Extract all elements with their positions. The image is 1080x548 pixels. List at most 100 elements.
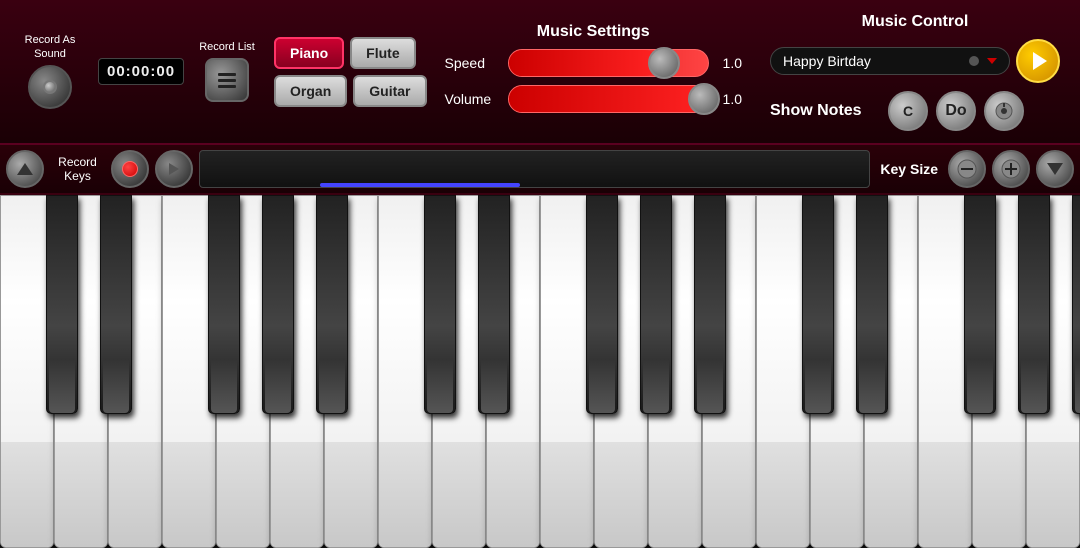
black-key-bottom-detail	[967, 359, 993, 413]
black-key-bottom-detail	[1075, 359, 1080, 413]
scroll-down-button[interactable]	[1036, 150, 1074, 188]
black-key[interactable]	[208, 195, 240, 414]
note-do-label: Do	[945, 102, 966, 120]
black-key-bottom-detail	[859, 359, 885, 413]
white-key-bottom-detail	[649, 442, 701, 547]
instrument-organ-button[interactable]: Organ	[274, 75, 347, 107]
black-key-bottom-detail	[481, 359, 507, 413]
down-arrow-icon	[1047, 163, 1063, 175]
settings-knob-icon	[994, 101, 1014, 121]
black-key[interactable]	[964, 195, 996, 414]
black-key-bottom-detail	[265, 359, 291, 413]
play-icon	[1033, 52, 1047, 70]
instrument-row: Piano Flute	[274, 37, 426, 69]
song-row: Happy Birtday	[770, 39, 1060, 83]
minus-icon	[957, 159, 977, 179]
instrument-row-2: Organ Guitar	[274, 75, 426, 107]
music-control-title: Music Control	[770, 13, 1060, 31]
top-bar: Record As Sound 00:00:00 Record List Pia…	[0, 0, 1080, 145]
white-key-bottom-detail	[919, 442, 971, 547]
black-key-bottom-detail	[427, 359, 453, 413]
note-c-button[interactable]: C	[888, 91, 928, 131]
black-key-bottom-detail	[697, 359, 723, 413]
piano-keyboard	[0, 195, 1080, 548]
key-size-label: Key Size	[880, 161, 938, 177]
volume-label: Volume	[445, 91, 500, 107]
instrument-piano-button[interactable]: Piano	[274, 37, 344, 69]
play-button[interactable]	[1016, 39, 1060, 83]
black-key[interactable]	[856, 195, 888, 414]
record-list-button[interactable]	[205, 58, 249, 102]
black-key[interactable]	[478, 195, 510, 414]
black-key[interactable]	[262, 195, 294, 414]
volume-slider-track[interactable]	[508, 85, 709, 113]
music-control-section: Music Control Happy Birtday Show Notes C…	[760, 13, 1070, 131]
black-key-bottom-detail	[319, 359, 345, 413]
record-as-sound-icon	[43, 80, 57, 94]
controls-bar: Record Keys Key Size	[0, 145, 1080, 195]
record-list-section: Record List	[192, 41, 262, 102]
plus-icon	[1001, 159, 1021, 179]
volume-slider-row: Volume 1.0	[445, 85, 742, 113]
black-key-bottom-detail	[805, 359, 831, 413]
white-key-bottom-detail	[973, 442, 1025, 547]
black-key[interactable]	[586, 195, 618, 414]
white-key-bottom-detail	[487, 442, 539, 547]
black-key-bottom-detail	[211, 359, 237, 413]
black-key[interactable]	[694, 195, 726, 414]
key-size-decrease-button[interactable]	[948, 150, 986, 188]
note-do-button[interactable]: Do	[936, 91, 976, 131]
song-select-dot	[969, 56, 979, 66]
record-button[interactable]	[111, 150, 149, 188]
white-key-bottom-detail	[703, 442, 755, 547]
speed-slider-knob[interactable]	[648, 47, 680, 79]
speed-slider-row: Speed 1.0	[445, 49, 742, 77]
black-key-bottom-detail	[103, 359, 129, 413]
black-key[interactable]	[316, 195, 348, 414]
black-key-bottom-detail	[589, 359, 615, 413]
list-icon	[218, 73, 236, 88]
black-key[interactable]	[424, 195, 456, 414]
white-key-bottom-detail	[865, 442, 917, 547]
up-arrow-icon	[17, 163, 33, 175]
volume-slider-knob[interactable]	[688, 83, 720, 115]
white-key-bottom-detail	[109, 442, 161, 547]
white-key-bottom-detail	[811, 442, 863, 547]
black-key[interactable]	[640, 195, 672, 414]
black-key[interactable]	[46, 195, 78, 414]
white-key-bottom-detail	[595, 442, 647, 547]
black-key-bottom-detail	[1021, 359, 1047, 413]
white-key-bottom-detail	[541, 442, 593, 547]
key-size-increase-button[interactable]	[992, 150, 1030, 188]
instrument-guitar-button[interactable]: Guitar	[353, 75, 426, 107]
black-key[interactable]	[802, 195, 834, 414]
record-keys-label: Record Keys	[50, 155, 105, 184]
white-key-bottom-detail	[55, 442, 107, 547]
white-key-bottom-detail	[757, 442, 809, 547]
show-notes-label: Show Notes	[770, 102, 880, 120]
record-list-label: Record List	[199, 41, 255, 54]
white-key-bottom-detail	[379, 442, 431, 547]
white-key-bottom-detail	[325, 442, 377, 547]
scroll-up-button[interactable]	[6, 150, 44, 188]
timer-display: 00:00:00	[98, 58, 184, 85]
play-keys-icon	[169, 163, 179, 175]
record-dot-icon	[122, 161, 138, 177]
piano-scroll-bar[interactable]	[199, 150, 870, 188]
song-select-dropdown[interactable]: Happy Birtday	[770, 47, 1010, 75]
volume-value: 1.0	[717, 91, 742, 107]
record-as-sound-label: Record As Sound	[10, 34, 90, 60]
notes-settings-knob[interactable]	[984, 91, 1024, 131]
black-key[interactable]	[1072, 195, 1080, 414]
white-key-bottom-detail	[217, 442, 269, 547]
note-c-label: C	[903, 103, 913, 119]
black-key-bottom-detail	[49, 359, 75, 413]
record-as-sound-button[interactable]	[28, 65, 72, 109]
play-keys-button[interactable]	[155, 150, 193, 188]
black-key[interactable]	[100, 195, 132, 414]
black-key[interactable]	[1018, 195, 1050, 414]
white-keys-container	[0, 195, 1080, 548]
instrument-flute-button[interactable]: Flute	[350, 37, 415, 69]
speed-label: Speed	[445, 55, 500, 71]
speed-slider-track[interactable]	[508, 49, 709, 77]
